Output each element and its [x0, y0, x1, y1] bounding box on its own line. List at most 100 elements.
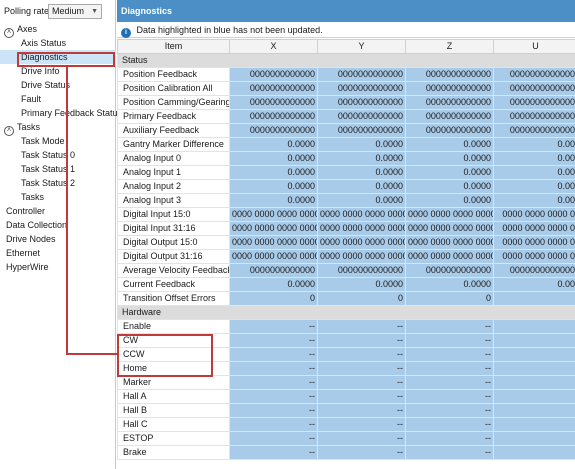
table-row[interactable]: Hall C -- -- -- — [117, 417, 575, 432]
value-cell-u — [493, 333, 575, 348]
table-row[interactable]: Hall B -- -- -- — [117, 403, 575, 418]
value-cell-x: -- — [229, 361, 318, 376]
value-cell-x: -- — [229, 333, 318, 348]
tree-item-ethernet[interactable]: Ethernet — [0, 246, 116, 260]
tree-item-primary-feedback-status[interactable]: Primary Feedback Status — [0, 106, 122, 120]
table-row[interactable]: Analog Input 0 0.0000 0.0000 0.0000 0.00 — [117, 151, 575, 166]
diagnostics-grid[interactable]: Item X Y Z U Status Position Feedback 00000000… — [117, 39, 575, 469]
column-header-y[interactable]: Y — [317, 39, 406, 54]
section-label: Status — [117, 53, 575, 68]
tree-item-tasks[interactable]: Tasks — [0, 190, 116, 204]
tree-item-label: HyperWire — [6, 262, 49, 272]
table-row[interactable]: Digital Input 15:0 0000 0000 0000 0000 000… — [117, 207, 575, 222]
value-cell-y: -- — [317, 361, 406, 376]
table-row[interactable]: Position Camming/Gearing 0000000000000 000… — [117, 95, 575, 110]
item-cell: ESTOP — [117, 431, 230, 446]
tree-item-axes[interactable]: ˄ Axes — [0, 22, 116, 38]
section-row[interactable]: Status — [117, 53, 575, 68]
tree-item-diagnostics[interactable]: Diagnostics — [0, 50, 116, 64]
table-row[interactable]: Analog Input 3 0.0000 0.0000 0.0000 0.00 — [117, 193, 575, 208]
tree-item-axis-status[interactable]: Axis Status — [0, 36, 116, 50]
table-row[interactable]: Primary Feedback 0000000000000 00000000000… — [117, 109, 575, 124]
value-cell-u: 0000 0000 0000 0 — [493, 221, 575, 236]
table-row[interactable]: Marker -- -- -- — [117, 375, 575, 390]
tree-item-task-status-0[interactable]: Task Status 0 — [0, 148, 116, 162]
table-row[interactable]: Digital Output 15:0 0000 0000 0000 0000 00… — [117, 235, 575, 250]
value-cell-u: 0000000000000 — [493, 109, 575, 124]
table-row[interactable]: Analog Input 1 0.0000 0.0000 0.0000 0.00 — [117, 165, 575, 180]
value-cell-u: 0.00 — [493, 137, 575, 152]
item-cell: Marker — [117, 375, 230, 390]
value-cell-z: 0.0000 — [405, 193, 494, 208]
value-cell-x: 0.0000 — [229, 277, 318, 292]
table-row[interactable]: Gantry Marker Difference 0.0000 0.0000 0.00… — [117, 137, 575, 152]
table-row[interactable]: Hall A -- -- -- — [117, 389, 575, 404]
tree-item-label: Task Status 2 — [21, 178, 76, 188]
column-header-z[interactable]: Z — [405, 39, 494, 54]
table-header-row: Item X Y Z U — [117, 39, 575, 54]
value-cell-z: 0000 0000 0000 0000 — [405, 235, 494, 250]
item-cell: CW — [117, 333, 230, 348]
table-row[interactable]: Enable -- -- -- — [117, 319, 575, 334]
tree-item-drive-status[interactable]: Drive Status — [0, 78, 116, 92]
table-row[interactable]: Current Feedback 0.0000 0.0000 0.0000 0.00 — [117, 277, 575, 292]
tree-item-controller[interactable]: Controller — [0, 204, 116, 218]
tree-item-task-status-2[interactable]: Task Status 2 — [0, 176, 116, 190]
section-row[interactable]: Hardware — [117, 305, 575, 320]
value-cell-z: 0000 0000 0000 0000 — [405, 249, 494, 264]
value-cell-y: 0.0000 — [317, 193, 406, 208]
tree-item-data-collection[interactable]: Data Collection — [0, 218, 116, 232]
value-cell-x: -- — [229, 445, 318, 460]
polling-rate-dropdown[interactable]: Medium ▼ — [48, 4, 102, 19]
diagnostics-table: Item X Y Z U Status Position Feedback 00000000… — [117, 39, 575, 460]
table-row[interactable]: Home -- -- -- — [117, 361, 575, 376]
table-row[interactable]: Transition Offset Errors 0 0 0 — [117, 291, 575, 306]
value-cell-y: 0000000000000 — [317, 109, 406, 124]
value-cell-y: -- — [317, 319, 406, 334]
value-cell-x: 0000 0000 0000 0000 — [229, 235, 318, 250]
table-row[interactable]: Analog Input 2 0.0000 0.0000 0.0000 0.00 — [117, 179, 575, 194]
value-cell-z: -- — [405, 319, 494, 334]
tree-item-fault[interactable]: Fault — [0, 92, 116, 106]
tree-item-task-status-1[interactable]: Task Status 1 — [0, 162, 116, 176]
table-row[interactable]: Position Calibration All 0000000000000 000… — [117, 81, 575, 96]
item-cell: Digital Input 15:0 — [117, 207, 230, 222]
table-row[interactable]: ESTOP -- -- -- — [117, 431, 575, 446]
info-text: Data highlighted in blue has not been up… — [136, 25, 323, 35]
column-header-x[interactable]: X — [229, 39, 318, 54]
value-cell-x: 0000000000000 — [229, 81, 318, 96]
table-row[interactable]: Digital Input 31:16 0000 0000 0000 0000 00… — [117, 221, 575, 236]
tree-item-hyperwire[interactable]: HyperWire — [0, 260, 116, 274]
table-row[interactable]: Auxiliary Feedback 0000000000000 000000000… — [117, 123, 575, 138]
value-cell-z: -- — [405, 445, 494, 460]
table-row[interactable]: Digital Output 31:16 0000 0000 0000 0000 0… — [117, 249, 575, 264]
value-cell-z: 0 — [405, 291, 494, 306]
tree-item-drive-info[interactable]: Drive Info — [0, 64, 116, 78]
table-row[interactable]: CW -- -- -- — [117, 333, 575, 348]
value-cell-y: 0000000000000 — [317, 123, 406, 138]
column-header-u[interactable]: U — [493, 39, 575, 54]
value-cell-x: 0000 0000 0000 0000 — [229, 207, 318, 222]
item-cell: Primary Feedback — [117, 109, 230, 124]
table-row[interactable]: Position Feedback 0000000000000 0000000000… — [117, 67, 575, 82]
item-cell: Digital Output 15:0 — [117, 235, 230, 250]
value-cell-z: -- — [405, 361, 494, 376]
value-cell-z: -- — [405, 347, 494, 362]
value-cell-u: 0.00 — [493, 151, 575, 166]
value-cell-z: -- — [405, 431, 494, 446]
column-header-item[interactable]: Item — [117, 39, 230, 54]
value-cell-u: 0.00 — [493, 165, 575, 180]
polling-rate-label: Polling rate: — [4, 6, 52, 16]
value-cell-u — [493, 403, 575, 418]
tree-item-tasks[interactable]: ˄ Tasks — [0, 120, 116, 136]
table-row[interactable]: Brake -- -- -- — [117, 445, 575, 460]
item-cell: Analog Input 2 — [117, 179, 230, 194]
tree-item-task-mode[interactable]: Task Mode — [0, 134, 116, 148]
item-cell: Current Feedback — [117, 277, 230, 292]
tree-item-drive-nodes[interactable]: Drive Nodes — [0, 232, 116, 246]
value-cell-u: 0.00 — [493, 277, 575, 292]
table-row[interactable]: Average Velocity Feedback 0000000000000 00… — [117, 263, 575, 278]
navigation-tree: ˄ Axes Axis Status Diagnostics Drive Info Dri… — [0, 22, 122, 274]
table-row[interactable]: CCW -- -- -- — [117, 347, 575, 362]
value-cell-u: 0000000000000 — [493, 81, 575, 96]
